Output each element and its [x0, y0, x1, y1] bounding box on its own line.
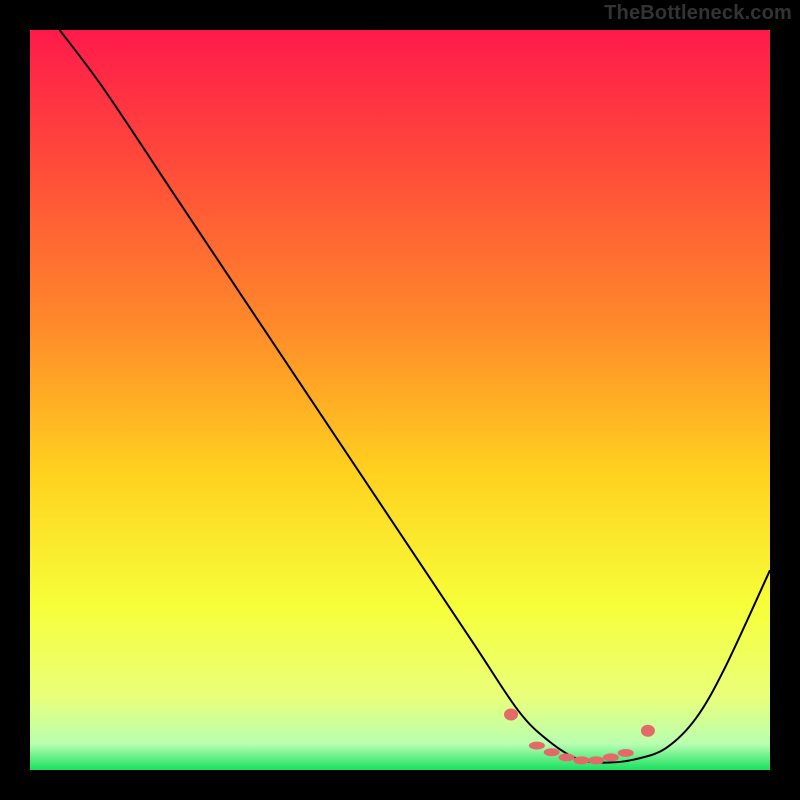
plot-background — [30, 30, 770, 770]
highlight-dot — [573, 756, 589, 764]
highlight-dot — [588, 756, 604, 764]
highlight-dot — [559, 753, 575, 761]
highlight-dot — [618, 749, 634, 757]
chart-container: TheBottleneck.com — [0, 0, 800, 800]
highlight-dot — [544, 748, 560, 756]
highlight-dot — [603, 753, 619, 761]
highlight-dot — [641, 725, 655, 737]
bottleneck-chart — [0, 0, 800, 800]
highlight-dot — [529, 742, 545, 750]
highlight-dot — [504, 709, 518, 721]
